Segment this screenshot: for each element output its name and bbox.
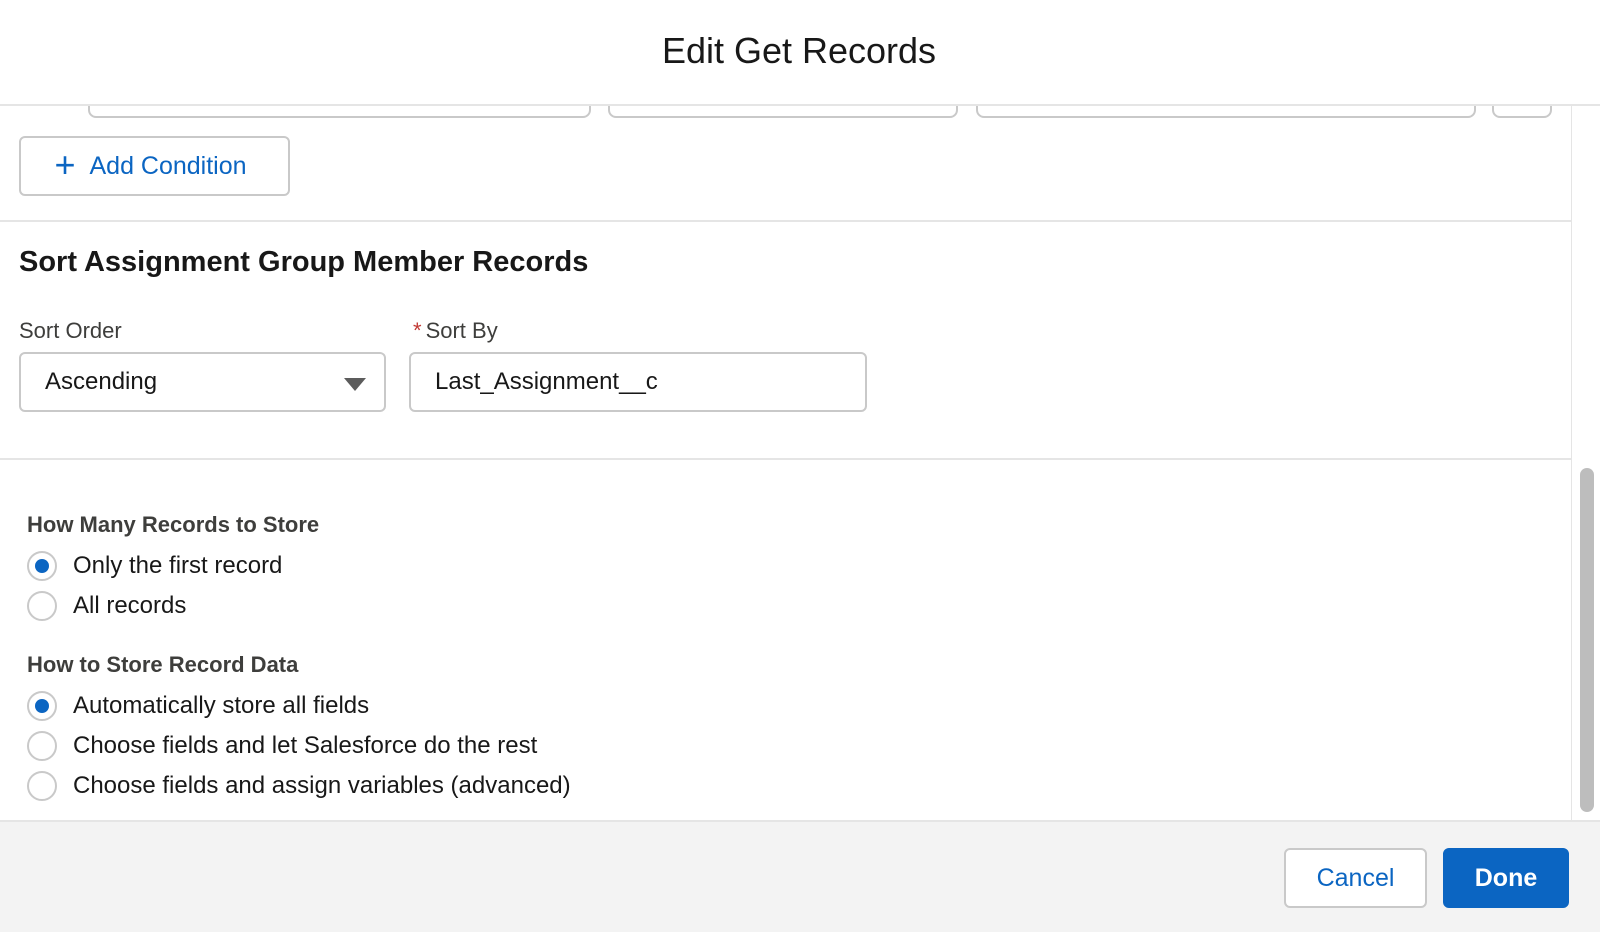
plus-icon: +: [54, 143, 76, 185]
store-data-label: How to Store Record Data: [27, 652, 299, 677]
sort-by-label: * Sort By: [413, 318, 498, 344]
required-marker: *: [413, 318, 422, 343]
radio-label: Choose fields and assign variables (adva…: [73, 772, 571, 799]
radio-choose-fields-salesforce[interactable]: Choose fields and let Salesforce do the …: [27, 729, 537, 763]
radio-button[interactable]: [27, 771, 57, 801]
condition-field-input[interactable]: [88, 106, 591, 118]
modal-footer: Cancel Done: [0, 820, 1600, 932]
radio-button[interactable]: [27, 691, 57, 721]
section-divider: [0, 220, 1571, 222]
condition-delete-button[interactable]: [1492, 106, 1552, 118]
radio-label: Only the first record: [73, 552, 283, 579]
condition-operator-input[interactable]: [608, 106, 958, 118]
done-button[interactable]: Done: [1443, 848, 1569, 908]
add-condition-button[interactable]: + Add Condition: [19, 136, 290, 196]
radio-auto-store-fields[interactable]: Automatically store all fields: [27, 689, 369, 723]
radio-all-records[interactable]: All records: [27, 589, 186, 623]
sort-by-label-text: Sort By: [425, 318, 498, 343]
sort-by-input[interactable]: Last_Assignment__c: [409, 352, 867, 412]
sort-order-label: Sort Order: [19, 318, 122, 343]
radio-button[interactable]: [27, 591, 57, 621]
sort-order-select[interactable]: Ascending: [19, 352, 386, 412]
radio-label: Choose fields and let Salesforce do the …: [73, 732, 538, 759]
scrollbar-thumb[interactable]: [1580, 468, 1594, 812]
condition-value-input[interactable]: [976, 106, 1476, 118]
sort-section-title: Sort Assignment Group Member Records: [19, 246, 589, 278]
radio-only-first-record[interactable]: Only the first record: [27, 549, 282, 583]
modal-header: Edit Get Records: [0, 0, 1600, 106]
section-divider: [0, 458, 1571, 460]
vertical-scrollbar[interactable]: [1572, 106, 1600, 820]
radio-label: Automatically store all fields: [73, 692, 370, 719]
radio-button[interactable]: [27, 731, 57, 761]
cancel-button[interactable]: Cancel: [1284, 848, 1427, 908]
radio-button[interactable]: [27, 551, 57, 581]
radio-choose-fields-variables[interactable]: Choose fields and assign variables (adva…: [27, 769, 571, 803]
radio-label: All records: [73, 592, 187, 619]
modal-title: Edit Get Records: [661, 30, 937, 71]
modal-body: + Add Condition Sort Assignment Group Me…: [0, 106, 1572, 820]
add-condition-label: Add Condition: [89, 151, 247, 180]
sort-by-value: Last_Assignment__c: [435, 368, 658, 395]
sort-order-value: Ascending: [45, 368, 158, 395]
records-to-store-label: How Many Records to Store: [27, 512, 320, 537]
chevron-down-icon: [344, 378, 366, 391]
